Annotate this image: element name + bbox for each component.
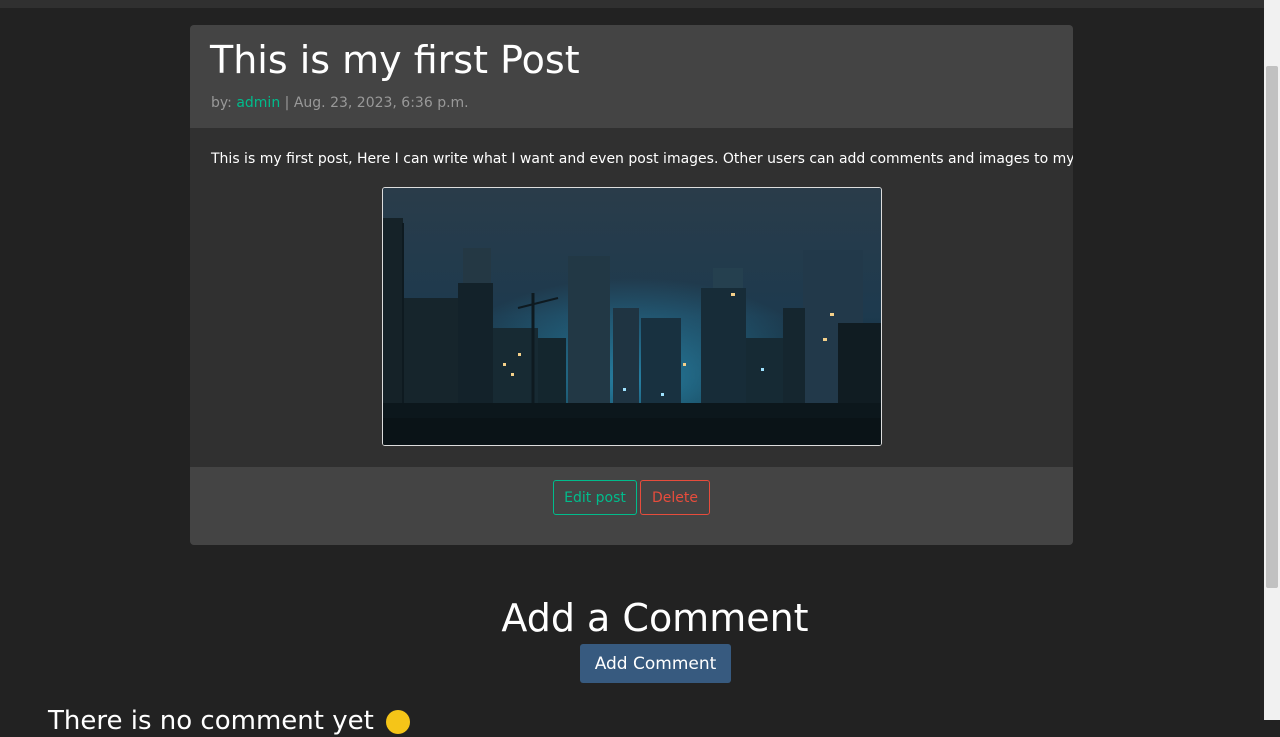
scrollbar-thumb[interactable] xyxy=(1266,66,1278,588)
no-comments-label: There is no comment yet xyxy=(48,706,374,736)
post-card: This is my first Post by: admin | Aug. 2… xyxy=(190,25,1073,545)
post-title: This is my first Post xyxy=(210,38,580,82)
by-label: by: xyxy=(211,95,232,111)
delete-post-button[interactable]: Delete xyxy=(640,480,710,515)
no-comments-text: There is no comment yet xyxy=(48,705,411,737)
page-scrollbar[interactable] xyxy=(1264,0,1280,720)
add-comment-button[interactable]: Add Comment xyxy=(580,644,731,683)
top-navbar-edge xyxy=(0,0,1264,8)
meta-separator: | xyxy=(284,95,290,111)
post-body: This is my first post, Here I can write … xyxy=(211,151,1073,167)
smiley-face-icon xyxy=(386,709,411,734)
post-date: Aug. 23, 2023, 6:36 p.m. xyxy=(293,95,469,111)
add-comment-heading: Add a Comment xyxy=(501,596,809,640)
post-image xyxy=(382,187,882,446)
post-card-header: This is my first Post by: admin | Aug. 2… xyxy=(190,25,1073,128)
edit-post-button[interactable]: Edit post xyxy=(553,480,637,515)
author-link[interactable]: admin xyxy=(236,95,280,111)
post-meta: by: admin | Aug. 23, 2023, 6:36 p.m. xyxy=(211,95,469,111)
post-card-footer: Edit post Delete xyxy=(190,467,1073,545)
